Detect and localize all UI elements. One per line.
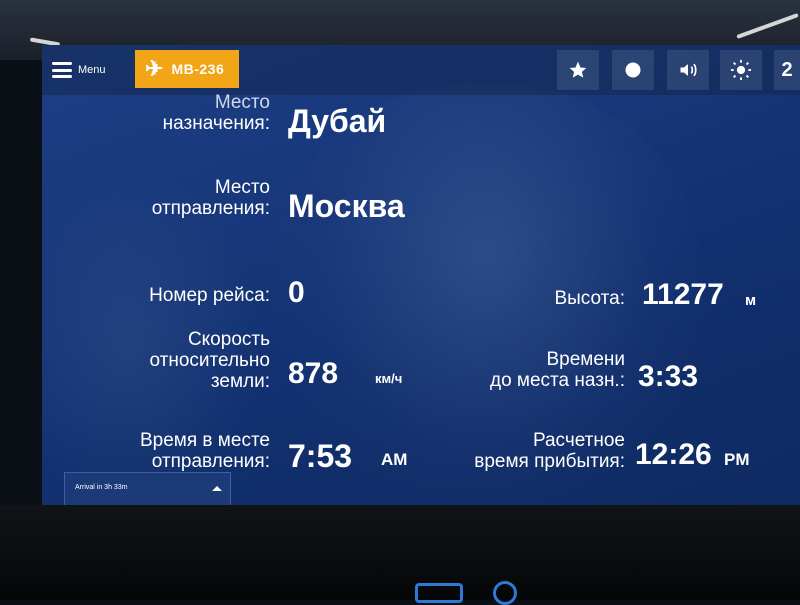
time-to-destination-label: Времени до места назн.: <box>489 349 625 391</box>
circle-icon <box>625 62 641 78</box>
caret-up-icon[interactable] <box>212 486 222 491</box>
status-button[interactable] <box>612 50 654 90</box>
hamburger-icon <box>52 62 72 78</box>
ife-screen: Menu ✈ MB-236 2 Место назначения: Дубай … <box>42 45 800 515</box>
volume-button[interactable] <box>667 50 709 90</box>
destination-value: Дубай <box>288 103 387 139</box>
flight-number-label: Номер рейса: <box>149 285 270 306</box>
flight-button-label: MB-236 <box>171 61 225 77</box>
arrival-notification[interactable]: Arrival in 3h 33m <box>64 472 231 506</box>
menu-label: Menu <box>78 64 106 76</box>
brightness-icon <box>730 59 752 81</box>
eta-label: Расчетное время прибытия: <box>474 430 625 472</box>
top-bar: Menu ✈ MB-236 2 <box>42 45 800 95</box>
ground-speed-unit: км/ч <box>375 371 403 386</box>
eta-value: 12:26 <box>635 438 712 471</box>
plane-icon: ✈ <box>145 56 164 81</box>
bezel-button-round[interactable] <box>493 581 517 605</box>
ground-speed-label: Скорость относительно земли: <box>149 329 271 392</box>
bezel-button[interactable] <box>415 583 463 603</box>
menu-button[interactable]: Menu <box>52 55 106 85</box>
arrival-text: Arrival in 3h 33m <box>75 484 128 491</box>
eta-ampm: PM <box>724 450 750 469</box>
origin-time-ampm: AM <box>381 450 408 469</box>
flight-button[interactable]: ✈ MB-236 <box>135 50 239 88</box>
altitude-value: 11277 <box>642 278 724 311</box>
origin-time-label: Время в месте отправления: <box>140 430 270 472</box>
screen-bezel <box>0 505 800 605</box>
altitude-label: Высота: <box>554 288 625 309</box>
star-icon <box>569 61 587 78</box>
corner-digit: 2 <box>781 58 793 81</box>
altitude-unit: м <box>745 292 757 309</box>
cabin-light <box>736 13 799 39</box>
brightness-button[interactable] <box>720 50 762 90</box>
ground-speed-value: 878 <box>288 357 339 390</box>
origin-time-value: 7:53 <box>288 438 353 474</box>
volume-icon <box>680 63 697 77</box>
favorites-button[interactable] <box>557 50 599 90</box>
origin-label: Место отправления: <box>151 177 270 219</box>
flight-number-value: 0 <box>288 276 305 309</box>
destination-label: Место назначения: <box>162 92 270 134</box>
time-to-destination-value: 3:33 <box>638 360 699 393</box>
origin-value: Москва <box>288 188 405 224</box>
seat-number-button[interactable]: 2 <box>774 50 800 90</box>
